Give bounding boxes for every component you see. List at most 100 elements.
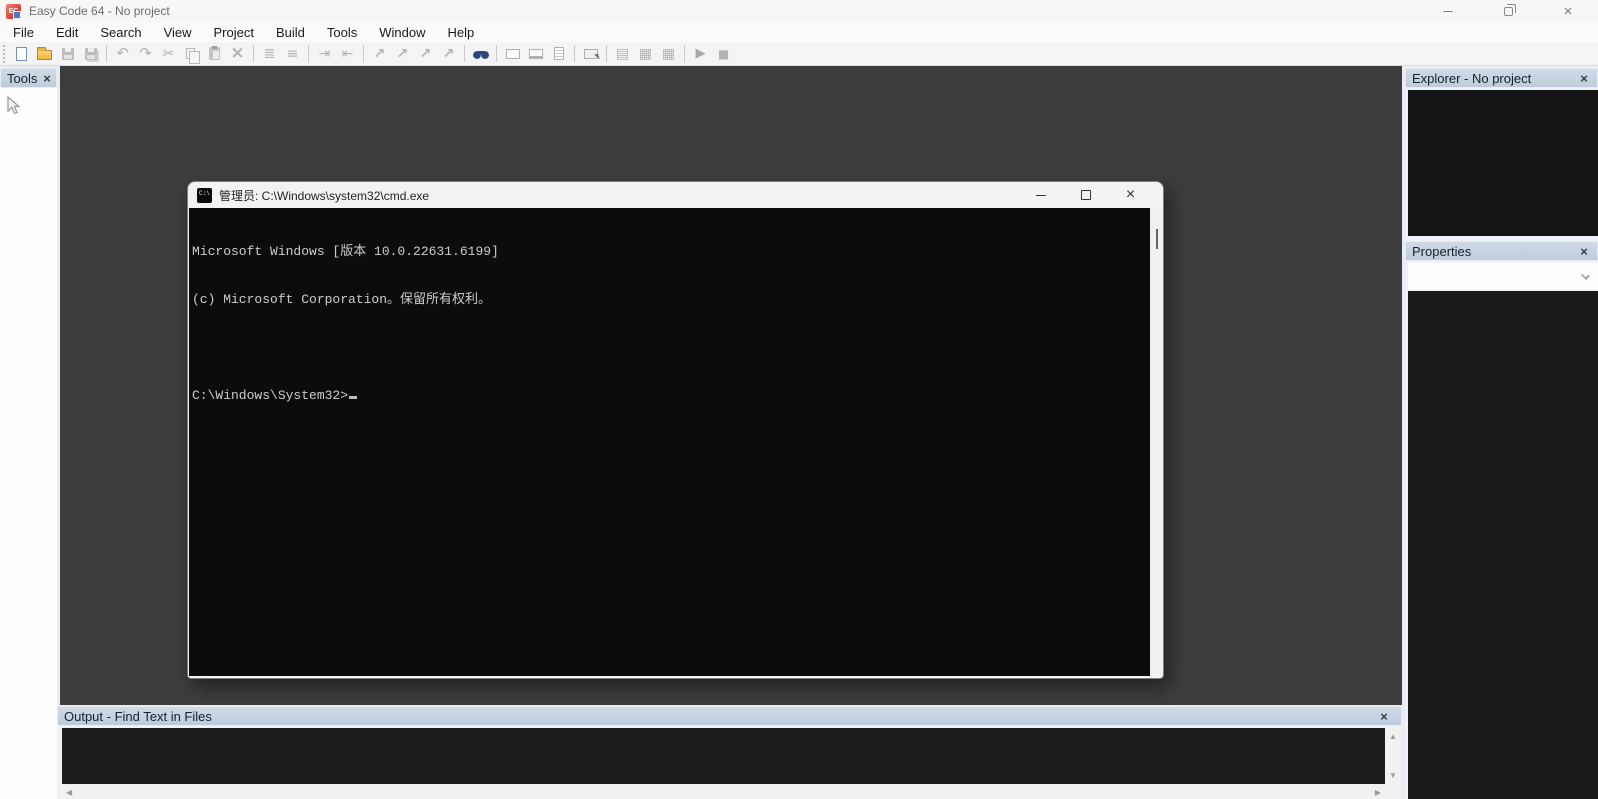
pointer-tool-icon[interactable] <box>5 96 21 116</box>
copy-button <box>180 44 203 64</box>
scroll-down-icon[interactable]: ▼ <box>1389 771 1397 780</box>
paste-icon <box>209 46 220 60</box>
menu-help[interactable]: Help <box>437 23 486 42</box>
menu-project[interactable]: Project <box>203 23 265 42</box>
cut-button: ✂ <box>157 44 180 64</box>
cmd-console[interactable]: Microsoft Windows [版本 10.0.22631.6199] (… <box>189 208 1150 676</box>
open-file-button[interactable] <box>33 44 56 64</box>
properties-panel-content <box>1408 291 1598 799</box>
console-cursor <box>349 396 358 399</box>
window-minimize-button[interactable] <box>1426 0 1470 22</box>
toolbar-separator <box>253 45 254 62</box>
output-panel-title: Output - Find Text in Files <box>64 708 212 724</box>
cmd-app-icon: C:\ <box>197 187 212 203</box>
window-controls: × <box>1418 0 1598 22</box>
tools-panel-close-button[interactable]: × <box>40 71 54 86</box>
save-button <box>56 44 79 64</box>
cmd-maximize-button[interactable] <box>1063 182 1108 208</box>
stop-button: ■ <box>712 44 735 64</box>
assemble-button: ▦ <box>634 44 657 64</box>
titlebar: EC Easy Code 64 - No project × <box>0 0 1598 22</box>
build-link-button: ▤ <box>611 44 634 64</box>
window-close-button[interactable]: × <box>1546 0 1590 22</box>
explorer-panel-close-button[interactable]: × <box>1577 71 1591 86</box>
output-panel: Output - Find Text in Files × ▲ ▼ ◀ ▶ <box>57 706 1402 799</box>
explorer-panel-content <box>1408 90 1598 236</box>
build-icon: ▦ <box>661 45 676 62</box>
scroll-up-icon[interactable]: ▲ <box>1389 732 1397 741</box>
uncomment-button: ↗ <box>414 44 437 64</box>
explorer-panel-header: Explorer - No project × <box>1405 68 1598 88</box>
toolbar: ↶ ↷ ✂ × ≣ ≡ ⇥ ⇤ ↗ ↗ ↗ ↗ ▤ ▦ ▦ ▶ ■ <box>0 42 1598 66</box>
output-horizontal-scrollbar[interactable]: ◀ ▶ <box>62 786 1385 799</box>
toolbar-separator <box>574 45 575 62</box>
properties-selector[interactable] <box>1408 263 1598 289</box>
tools-panel-header: Tools × <box>0 68 57 88</box>
scroll-left-icon[interactable]: ◀ <box>66 788 72 797</box>
new-window-icon <box>528 48 543 59</box>
cmd-window[interactable]: C:\ 管理员: C:\Windows\system32\cmd.exe × M… <box>187 181 1164 679</box>
indent-decrease-icon: ⇤ <box>341 45 354 62</box>
assemble-icon: ▦ <box>638 45 653 62</box>
cmd-titlebar[interactable]: C:\ 管理员: C:\Windows\system32\cmd.exe × <box>188 182 1163 208</box>
cmd-scrollbar-thumb[interactable] <box>1156 229 1158 249</box>
scroll-right-icon[interactable]: ▶ <box>1375 788 1381 797</box>
toolbar-grip[interactable] <box>3 44 6 63</box>
menu-edit[interactable]: Edit <box>45 23 89 42</box>
console-prompt-line: C:\Windows\System32> <box>192 388 1150 404</box>
menu-tools[interactable]: Tools <box>316 23 368 42</box>
properties-panel-title: Properties <box>1412 243 1472 259</box>
easy-code-app-window: EC Easy Code 64 - No project × File Edit… <box>0 0 1598 799</box>
properties-button <box>579 44 602 64</box>
toolbar-separator <box>496 45 497 62</box>
indent-increase-icon: ⇥ <box>318 45 331 62</box>
output-panel-close-button[interactable]: × <box>1377 709 1391 724</box>
build-button: ▦ <box>657 44 680 64</box>
open-file-icon <box>37 47 52 60</box>
new-file-button[interactable] <box>10 44 33 64</box>
tools-panel-title: Tools <box>7 70 38 86</box>
new-dialog-icon <box>505 48 520 59</box>
properties-panel-header: Properties × <box>1405 241 1598 261</box>
cmd-close-button[interactable]: × <box>1108 182 1153 208</box>
console-line: Microsoft Windows [版本 10.0.22631.6199] <box>192 244 499 259</box>
find-in-files-button[interactable] <box>469 44 492 64</box>
comment-toggle-button: ↗ <box>391 44 414 64</box>
explorer-panel-title: Explorer - No project <box>1412 70 1532 86</box>
new-file-icon <box>16 46 27 61</box>
restore-icon <box>1503 3 1516 16</box>
tools-panel-content <box>0 88 57 799</box>
indent-decrease-button: ⇤ <box>336 44 359 64</box>
comment-remove-icon: ↗ <box>442 45 455 62</box>
comment-add-icon: ↗ <box>373 45 386 62</box>
menu-build[interactable]: Build <box>265 23 316 42</box>
right-dock: Explorer - No project × Properties × <box>1405 66 1598 799</box>
new-dialog-button <box>501 44 524 64</box>
properties-icon <box>583 48 598 59</box>
new-window-button <box>524 44 547 64</box>
menu-search[interactable]: Search <box>89 23 152 42</box>
output-vertical-scrollbar[interactable]: ▲ ▼ <box>1385 728 1402 784</box>
cut-icon: ✂ <box>162 45 175 62</box>
menu-file[interactable]: File <box>2 23 45 42</box>
console-prompt: C:\Windows\System32> <box>192 388 349 403</box>
cmd-minimize-button[interactable] <box>1018 182 1063 208</box>
cmd-window-title: 管理员: C:\Windows\system32\cmd.exe <box>219 188 430 203</box>
comment-toggle-icon: ↗ <box>396 45 409 62</box>
bookmark-toggle-button: ≣ <box>258 44 281 64</box>
bookmark-clear-icon: ≡ <box>286 45 299 62</box>
menu-view[interactable]: View <box>153 23 203 42</box>
redo-icon: ↷ <box>139 44 152 62</box>
properties-panel-close-button[interactable]: × <box>1577 244 1591 259</box>
cmd-scrollbar[interactable] <box>1150 208 1162 676</box>
chevron-down-icon <box>1581 271 1590 280</box>
minimize-icon <box>1035 194 1046 196</box>
view-document-icon <box>553 47 564 60</box>
scrollbar-corner <box>1385 786 1402 799</box>
undo-icon: ↶ <box>116 44 129 62</box>
menu-window[interactable]: Window <box>368 23 436 42</box>
window-restore-button[interactable] <box>1486 0 1530 22</box>
uncomment-icon: ↗ <box>419 45 432 62</box>
menubar: File Edit Search View Project Build Tool… <box>0 22 1598 42</box>
